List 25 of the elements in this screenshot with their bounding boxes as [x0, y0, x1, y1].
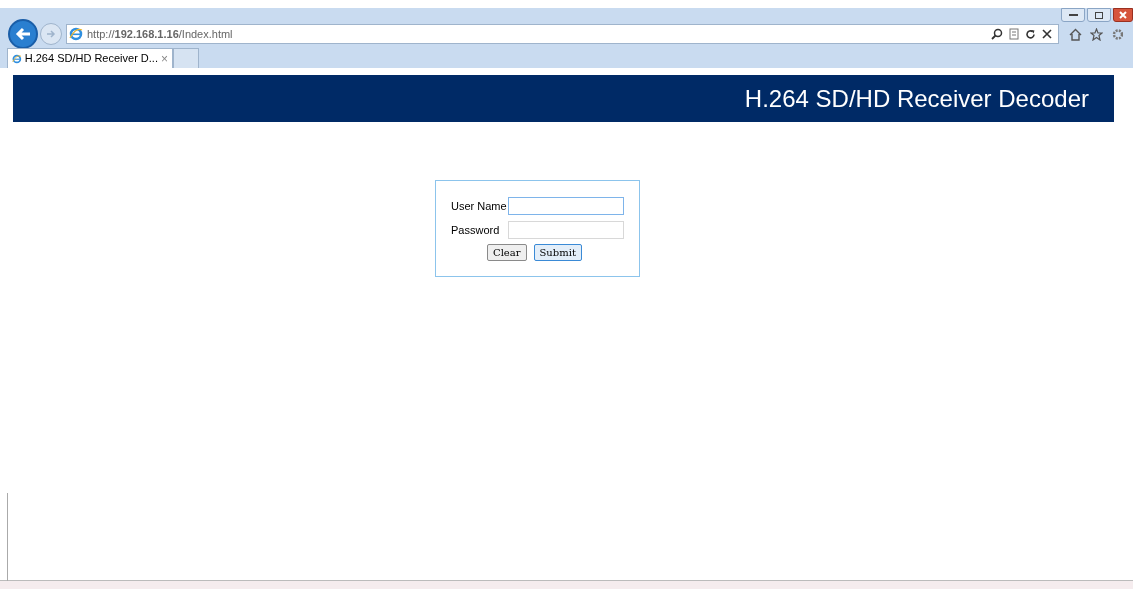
tab-title: H.264 SD/HD Receiver D...	[24, 51, 158, 67]
browser-tab[interactable]: H.264 SD/HD Receiver D... ×	[7, 48, 173, 68]
input-field[interactable]	[508, 221, 624, 239]
refresh-icon	[1025, 28, 1036, 40]
left-arrow-icon	[15, 27, 31, 41]
address-bar[interactable]: http://192.168.1.16/Index.html	[66, 24, 1059, 44]
close-button[interactable]	[1113, 8, 1133, 22]
stop-icon	[1042, 29, 1052, 39]
form-button[interactable]: Clear	[487, 244, 527, 261]
field-label: Password	[451, 222, 501, 238]
back-button[interactable]	[8, 19, 38, 49]
tab-close-button[interactable]: ×	[161, 49, 168, 68]
search-icon	[991, 28, 1003, 40]
right-arrow-icon	[46, 29, 56, 39]
minimize-button[interactable]	[1061, 8, 1085, 22]
close-icon	[1119, 11, 1127, 19]
star-icon[interactable]	[1090, 27, 1103, 41]
banner-title: H.264 SD/HD Receiver Decoder	[744, 83, 1089, 114]
browser-logo-icon	[69, 27, 83, 41]
form-button[interactable]: Submit	[533, 244, 582, 261]
input-field[interactable]	[508, 197, 624, 215]
address-text: http://192.168.1.16/Index.html	[87, 26, 233, 42]
home-icon[interactable]	[1069, 27, 1082, 41]
restore-button[interactable]	[1087, 8, 1111, 22]
field-label: User Name	[451, 198, 508, 214]
